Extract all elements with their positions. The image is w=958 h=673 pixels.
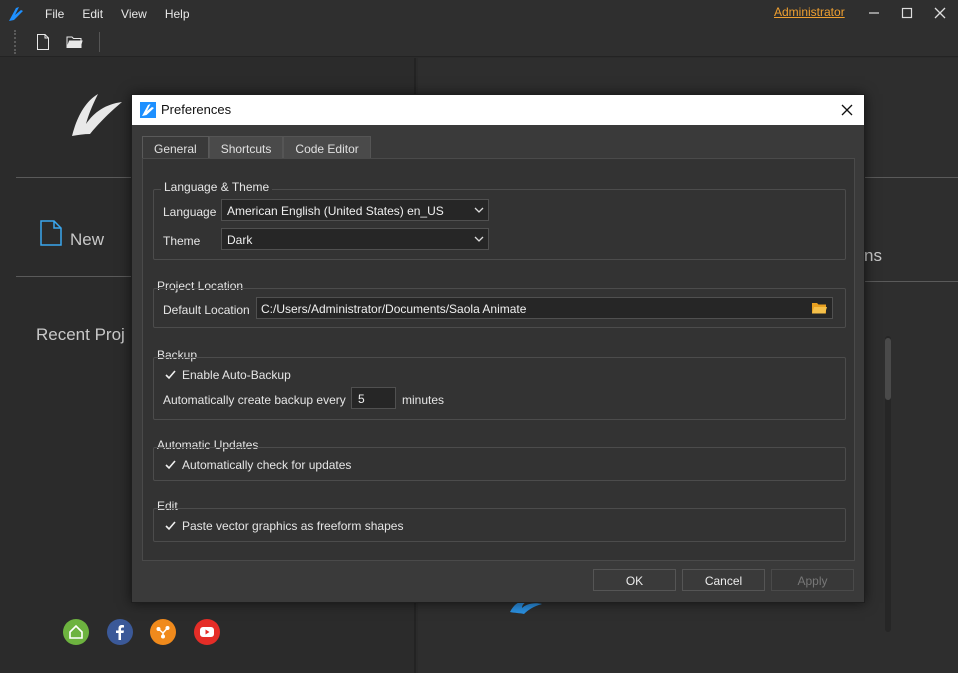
menu-view[interactable]: View xyxy=(112,0,156,27)
dialog-title: Preferences xyxy=(161,102,232,117)
welcome-right-link-partial[interactable]: ns xyxy=(864,246,882,266)
welcome-scrollbar-thumb[interactable] xyxy=(885,338,891,400)
theme-select-value: Dark xyxy=(227,233,253,247)
language-label: Language xyxy=(163,205,217,219)
preferences-dialog: Preferences General Shortcuts Code Edito… xyxy=(131,94,865,603)
home-link-button[interactable] xyxy=(63,619,89,645)
new-project-link[interactable]: New xyxy=(70,230,104,250)
tab-code-editor[interactable]: Code Editor xyxy=(283,136,371,159)
language-select[interactable]: American English (United States) en_US xyxy=(221,199,489,221)
recent-projects-heading: Recent Proj xyxy=(36,325,125,344)
facebook-link-button[interactable] xyxy=(107,619,133,645)
language-select-value: American English (United States) en_US xyxy=(227,204,444,218)
youtube-icon xyxy=(200,627,214,637)
toolbar-separator xyxy=(99,32,100,52)
saola-logo-icon xyxy=(140,102,156,118)
share-icon xyxy=(156,626,170,639)
open-folder-button[interactable] xyxy=(63,31,85,53)
close-icon xyxy=(841,104,853,116)
saola-large-logo-icon xyxy=(72,94,122,136)
title-bar: File Edit View Help Administrator xyxy=(0,0,958,27)
checkmark-icon xyxy=(164,370,176,380)
check-updates-checkbox[interactable] xyxy=(163,458,177,472)
backup-interval-prefix: Automatically create backup every xyxy=(163,393,346,407)
default-location-value: C:/Users/Administrator/Documents/Saola A… xyxy=(261,302,527,316)
default-location-field[interactable]: C:/Users/Administrator/Documents/Saola A… xyxy=(256,297,833,319)
auto-backup-checkbox[interactable] xyxy=(163,368,177,382)
new-file-icon xyxy=(37,34,49,50)
theme-label: Theme xyxy=(163,234,201,248)
user-account-link[interactable]: Administrator xyxy=(774,5,845,19)
paste-vector-checkbox[interactable] xyxy=(163,519,177,533)
maximize-button[interactable] xyxy=(891,0,923,26)
maximize-icon xyxy=(901,7,913,19)
backup-group xyxy=(153,357,846,420)
home-icon xyxy=(69,624,83,639)
minimize-icon xyxy=(869,12,879,14)
general-tab-panel: Language & Theme Language American Engli… xyxy=(142,158,855,561)
toolbar xyxy=(0,27,958,57)
cancel-button[interactable]: Cancel xyxy=(682,569,765,591)
folder-icon xyxy=(66,36,83,48)
checkmark-icon xyxy=(164,460,176,470)
close-icon xyxy=(934,7,946,19)
backup-interval-suffix: minutes xyxy=(402,393,445,407)
dialog-close-button[interactable] xyxy=(836,99,858,121)
check-updates-label[interactable]: Automatically check for updates xyxy=(182,458,351,472)
apply-button[interactable]: Apply xyxy=(771,569,854,591)
theme-select[interactable]: Dark xyxy=(221,228,489,250)
auto-backup-label[interactable]: Enable Auto-Backup xyxy=(182,368,291,382)
new-project-icon[interactable] xyxy=(40,220,62,246)
chevron-down-icon xyxy=(474,207,484,213)
minimize-button[interactable] xyxy=(858,0,890,26)
tab-shortcuts[interactable]: Shortcuts xyxy=(208,136,284,159)
preferences-tabs: General Shortcuts Code Editor xyxy=(142,136,371,159)
default-location-label: Default Location xyxy=(163,303,250,317)
saola-logo-icon xyxy=(9,7,23,21)
close-window-button[interactable] xyxy=(924,0,956,26)
menu-edit[interactable]: Edit xyxy=(73,0,112,27)
youtube-link-button[interactable] xyxy=(194,619,220,645)
backup-interval-input[interactable]: 5 xyxy=(351,387,396,409)
language-theme-title: Language & Theme xyxy=(161,180,273,194)
dialog-title-bar[interactable]: Preferences xyxy=(132,95,864,125)
menu-file[interactable]: File xyxy=(36,0,73,27)
paste-vector-label[interactable]: Paste vector graphics as freeform shapes xyxy=(182,519,403,533)
tab-general[interactable]: General xyxy=(142,136,209,159)
chevron-down-icon xyxy=(474,236,484,242)
ok-button[interactable]: OK xyxy=(593,569,676,591)
checkmark-icon xyxy=(164,521,176,531)
menu-bar: File Edit View Help xyxy=(36,0,199,27)
menu-help[interactable]: Help xyxy=(156,0,199,27)
facebook-icon xyxy=(116,625,124,640)
toolbar-grip[interactable] xyxy=(14,30,18,54)
browse-folder-icon[interactable] xyxy=(811,301,827,315)
new-file-button[interactable] xyxy=(32,31,54,53)
share-link-button[interactable] xyxy=(150,619,176,645)
